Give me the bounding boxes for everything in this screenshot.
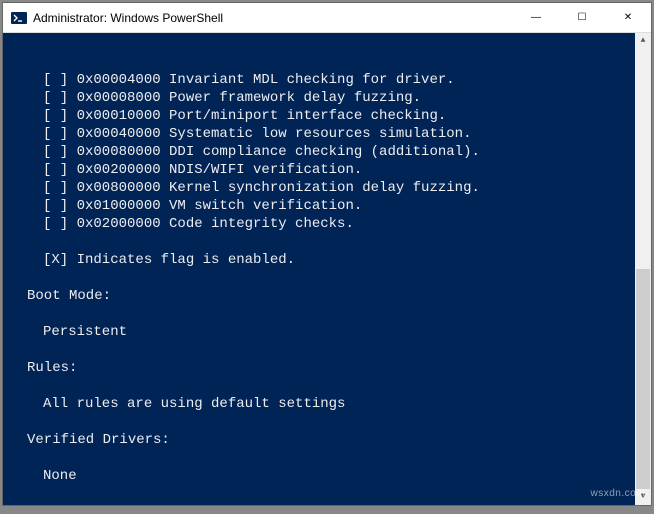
scroll-thumb[interactable] — [636, 269, 650, 489]
rules-label: Rules: — [11, 359, 633, 377]
titlebar: Administrator: Windows PowerShell — ☐ ✕ — [3, 3, 651, 33]
flag-line: [ ] 0x02000000 Code integrity checks. — [11, 215, 633, 233]
flag-line: [ ] 0x01000000 VM switch verification. — [11, 197, 633, 215]
boot-mode-value: Persistent — [11, 323, 633, 341]
maximize-button[interactable]: ☐ — [559, 3, 605, 33]
flag-line: [ ] 0x00010000 Port/miniport interface c… — [11, 107, 633, 125]
verified-drivers-label: Verified Drivers: — [11, 431, 633, 449]
window-title: Administrator: Windows PowerShell — [33, 11, 223, 25]
rules-value: All rules are using default settings — [11, 395, 633, 413]
flag-legend: [X] Indicates flag is enabled. — [11, 251, 633, 269]
boot-mode-label: Boot Mode: — [11, 287, 633, 305]
terminal-area[interactable]: [ ] 0x00004000 Invariant MDL checking fo… — [3, 33, 651, 505]
minimize-button[interactable]: — — [513, 3, 559, 33]
close-button[interactable]: ✕ — [605, 3, 651, 33]
flag-line: [ ] 0x00004000 Invariant MDL checking fo… — [11, 71, 633, 89]
scrollbar[interactable]: ▲ ▼ — [635, 33, 651, 505]
powershell-window: Administrator: Windows PowerShell — ☐ ✕ … — [2, 2, 652, 506]
reboot-message: The system reboot is required for the ch… — [11, 503, 633, 505]
flag-line: [ ] 0x00200000 NDIS/WIFI verification. — [11, 161, 633, 179]
flag-line: [ ] 0x00080000 DDI compliance checking (… — [11, 143, 633, 161]
powershell-icon — [11, 10, 27, 26]
scroll-up-button[interactable]: ▲ — [635, 33, 651, 49]
flag-line: [ ] 0x00800000 Kernel synchronization de… — [11, 179, 633, 197]
terminal-content: [ ] 0x00004000 Invariant MDL checking fo… — [3, 71, 651, 505]
verified-drivers-value: None — [11, 467, 633, 485]
flag-line: [ ] 0x00040000 Systematic low resources … — [11, 125, 633, 143]
flag-line: [ ] 0x00008000 Power framework delay fuz… — [11, 89, 633, 107]
watermark: wsxdn.com — [590, 485, 645, 503]
